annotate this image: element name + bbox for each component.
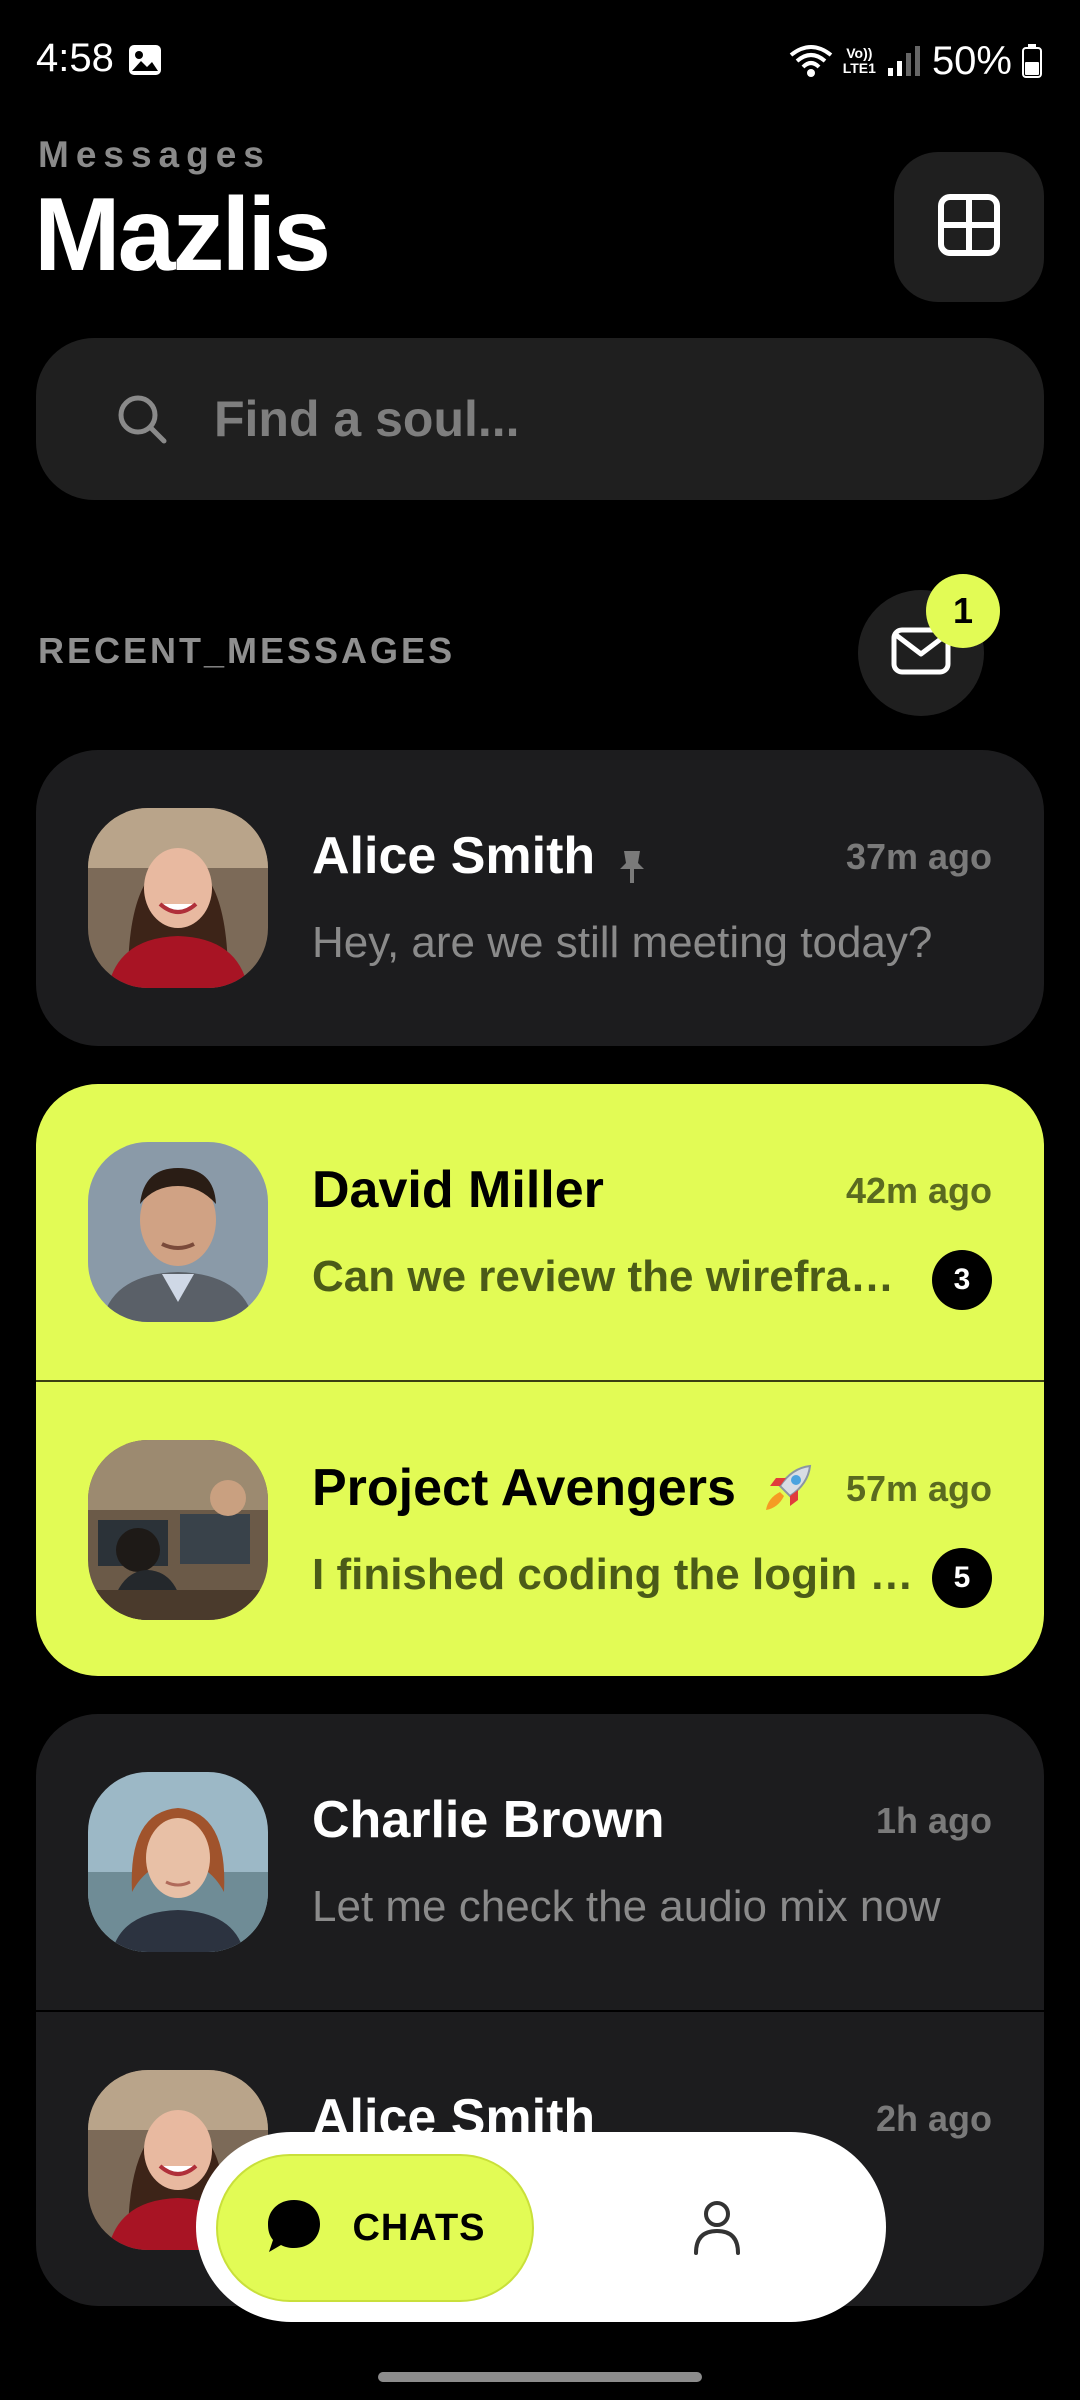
chat-time: 1h ago	[875, 1800, 992, 1841]
image-notification-icon	[128, 44, 162, 76]
person-icon	[692, 2199, 742, 2260]
chat-row-project-avengers[interactable]: Project Avengers 57m ago I finished codi…	[36, 1380, 1044, 1676]
search-bar[interactable]	[36, 338, 1044, 500]
search-icon	[116, 393, 168, 445]
unread-badge: 5	[932, 1548, 992, 1608]
search-input[interactable]	[212, 378, 992, 460]
chat-preview: Can we review the wireframes today?	[312, 1252, 916, 1301]
battery-icon	[1022, 44, 1042, 78]
home-indicator[interactable]	[378, 2372, 702, 2382]
chat-time: 42m ago	[845, 1170, 992, 1211]
chat-card: Alice Smith 37m ago Hey, are we still me…	[36, 750, 1044, 1046]
chat-bubble-icon	[264, 2196, 324, 2261]
chat-row-charlie-brown[interactable]: Charlie Brown 1h ago Let me check the au…	[36, 1714, 1044, 2010]
chat-time: 2h ago	[875, 2098, 992, 2139]
nav-chats-button[interactable]: CHATS	[216, 2154, 534, 2302]
page-subtitle: Messages	[38, 134, 271, 175]
chat-time: 37m ago	[845, 836, 992, 877]
chat-row-alice-smith[interactable]: Alice Smith 37m ago Hey, are we still me…	[36, 750, 1044, 1046]
chat-time: 57m ago	[845, 1468, 992, 1509]
chat-name: Project Avengers	[312, 1458, 818, 1518]
volte-indicator: Vo)) LTE1	[842, 45, 876, 76]
nav-profile-button[interactable]	[672, 2184, 762, 2274]
avatar	[88, 808, 268, 988]
wifi-icon	[789, 43, 833, 79]
nav-chats-label: CHATS	[352, 2206, 486, 2249]
section-label: RECENT_MESSAGES	[38, 630, 456, 671]
chat-preview: Hey, are we still meeting today?	[312, 918, 933, 967]
status-time: 4:58	[36, 36, 114, 80]
page-title: Mazlis	[34, 177, 331, 293]
bottom-nav: CHATS	[196, 2132, 886, 2322]
rocket-icon	[758, 1458, 818, 1518]
chat-card-unread: David Miller 42m ago Can we review the w…	[36, 1084, 1044, 1676]
chat-name: David Miller	[312, 1161, 604, 1219]
pin-icon	[617, 838, 647, 883]
avatar	[88, 1440, 268, 1620]
mail-badge: 1	[926, 574, 1000, 648]
signal-icon	[886, 44, 922, 78]
unread-badge: 3	[932, 1250, 992, 1310]
status-bar: 4:58 Vo)) LTE1 50%	[0, 0, 1080, 120]
chat-preview: Let me check the audio mix now	[312, 1882, 941, 1931]
chat-preview: I finished coding the login screen	[312, 1550, 916, 1599]
chat-name: Charlie Brown	[312, 1791, 665, 1849]
grid-view-button[interactable]	[894, 152, 1044, 302]
battery-percent: 50%	[931, 38, 1012, 83]
avatar	[88, 1772, 268, 1952]
grid-icon	[938, 193, 1000, 261]
avatar	[88, 1142, 268, 1322]
chat-name: Alice Smith	[312, 826, 647, 886]
chat-row-david-miller[interactable]: David Miller 42m ago Can we review the w…	[36, 1084, 1044, 1380]
